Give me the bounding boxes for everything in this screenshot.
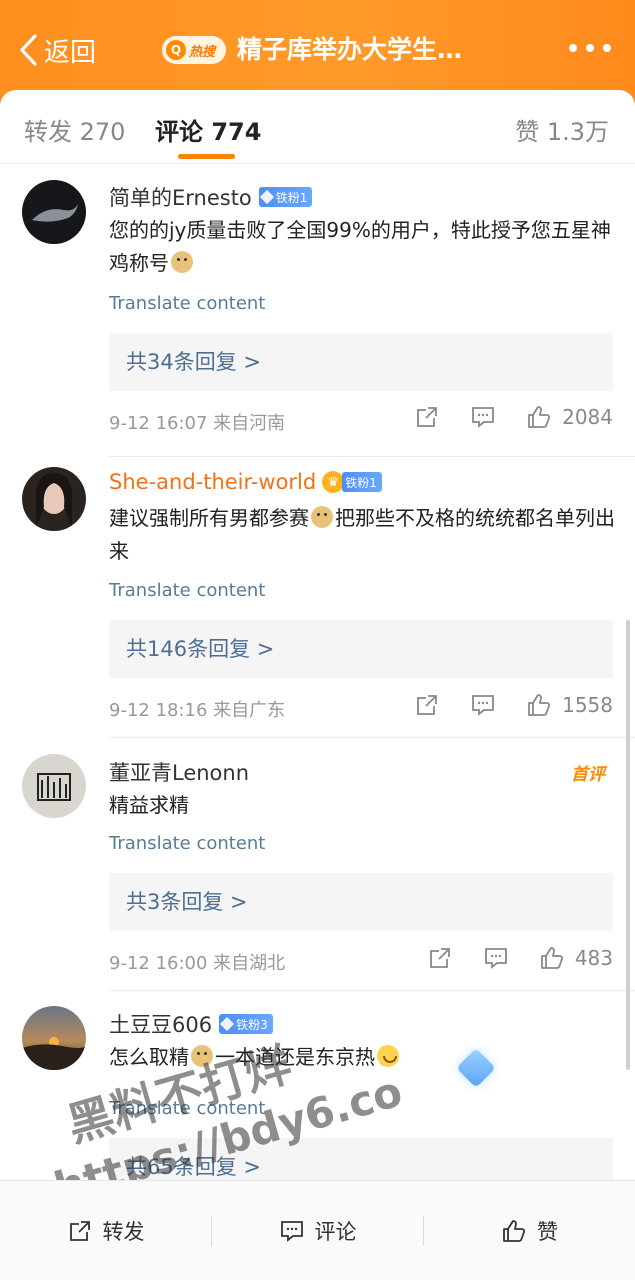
username[interactable]: 董亚青Lenonn — [109, 757, 249, 787]
username-text: 董亚青Lenonn — [109, 761, 250, 785]
back-button[interactable]: 返回 — [18, 30, 96, 70]
crown-icon: ♛ — [322, 471, 345, 493]
diamond-icon — [259, 189, 274, 205]
bottom-action-bar: 转发 评论 赞 — [0, 1180, 635, 1280]
tab-like[interactable]: 赞 1.3万 — [515, 112, 609, 147]
share-button[interactable] — [427, 945, 453, 971]
like-count: 2084 — [562, 405, 613, 429]
like-button[interactable]: 2084 — [526, 404, 613, 430]
thumbs-up-icon — [528, 406, 551, 428]
chevron-left-icon — [20, 34, 37, 66]
share-button[interactable] — [414, 692, 440, 718]
replies-link[interactable]: 共146条回复 > — [109, 620, 613, 678]
hot-search-badge[interactable]: Q 热搜 — [162, 36, 226, 64]
comment-button[interactable]: 评论 — [212, 1211, 423, 1251]
more-icon[interactable] — [569, 44, 611, 52]
comment-label: 评论 — [314, 1219, 357, 1244]
comment-meta: 9-12 16:00 来自湖北 — [109, 953, 286, 974]
fan-badge: 铁粉3 — [219, 1014, 273, 1034]
whale-avatar-image — [32, 204, 78, 222]
translate-link[interactable]: Translate content — [109, 293, 265, 314]
comment-actions: 483 — [427, 945, 613, 971]
comment-meta: 9-12 18:16 来自广东 — [109, 700, 286, 721]
fan-badge: 铁粉1 — [342, 472, 382, 492]
like-button[interactable]: 483 — [539, 945, 613, 971]
translate-link[interactable]: Translate content — [109, 833, 265, 854]
comment-text: 精益求精 — [109, 789, 617, 822]
comment-text-part: 怎么取精 — [109, 1045, 189, 1069]
reply-button[interactable] — [470, 692, 496, 718]
reply-button[interactable] — [470, 404, 496, 430]
back-label: 返回 — [44, 37, 97, 68]
comment-meta: 9-12 16:07 来自河南 — [109, 413, 286, 434]
thumbs-up-icon — [503, 1219, 526, 1242]
search-icon: Q — [166, 40, 186, 60]
comment-text-part: 一本道还是东京热 — [215, 1045, 375, 1069]
fan-badge-label: 铁粉3 — [236, 1017, 268, 1032]
thumbs-up-icon — [528, 694, 551, 716]
comment-text: 怎么取精 一本道还是东京热 — [109, 1041, 617, 1074]
tab-repost[interactable]: 转发 270 — [24, 112, 125, 147]
smile-emoji-icon — [377, 1045, 399, 1067]
username[interactable]: She-and-their-world ♛ 铁粉1 — [109, 470, 382, 494]
share-button[interactable] — [414, 404, 440, 430]
fan-badge-label: 铁粉1 — [275, 190, 308, 205]
doge-emoji-icon — [171, 251, 193, 273]
like-count: 483 — [574, 946, 613, 970]
username-text: 土豆豆606 — [109, 1013, 213, 1037]
diamond-icon — [220, 1016, 235, 1032]
comment-text-part: 精益求精 — [109, 793, 189, 817]
like-count: 1558 — [562, 693, 613, 717]
reply-button[interactable] — [483, 945, 509, 971]
tab-bar: 转发 270 评论 774 赞 1.3万 — [0, 90, 635, 164]
like-label: 赞 — [537, 1219, 558, 1244]
sunset-avatar-image — [22, 1037, 86, 1070]
comment-text: 建议强制所有男都参赛 把那些不及格的统统都名单列出来 — [109, 502, 617, 568]
hot-search-label: 热搜 — [189, 44, 216, 60]
active-tab-indicator — [178, 154, 235, 159]
fan-badge-label: 铁粉1 — [345, 475, 377, 490]
share-icon — [417, 695, 437, 715]
username-text: She-and-their-world — [109, 470, 317, 494]
doge-emoji-icon — [311, 506, 333, 528]
repost-label: 转发 — [102, 1219, 145, 1244]
first-comment-badge: 首评 — [571, 765, 605, 785]
comment-icon — [472, 407, 494, 428]
comment-text: 您的的jy质量击败了全国99%的用户，特此授予您五星神鸡称号 — [109, 214, 617, 280]
avatar[interactable] — [22, 1006, 86, 1070]
fan-badge: 铁粉1 — [258, 187, 313, 207]
comment-actions: 1558 — [414, 692, 613, 718]
page-title[interactable]: 精子库举办大学生… — [237, 30, 462, 70]
divider — [109, 737, 635, 738]
sketch-avatar-image — [37, 773, 71, 801]
thumbs-up-icon — [540, 947, 563, 969]
comment-icon — [472, 695, 494, 716]
comment-icon — [280, 1220, 303, 1242]
comment-icon — [484, 948, 507, 969]
share-icon — [417, 407, 437, 427]
replies-link[interactable]: 共34条回复 > — [109, 333, 613, 391]
portrait-avatar-image — [36, 473, 72, 527]
username[interactable]: 简单的Ernesto 铁粉1 — [109, 182, 313, 212]
replies-link[interactable]: 共3条回复 > — [109, 873, 613, 931]
comment-actions: 2084 — [414, 404, 613, 430]
avatar[interactable] — [22, 180, 86, 244]
divider — [109, 456, 635, 457]
share-icon — [429, 948, 450, 968]
like-button[interactable]: 赞 — [424, 1211, 635, 1251]
scrollbar[interactable] — [626, 620, 630, 1070]
doge-emoji-icon — [191, 1045, 213, 1067]
comment-text-part: 建议强制所有男都参赛 — [109, 506, 309, 530]
share-icon — [69, 1220, 90, 1241]
like-button[interactable]: 1558 — [526, 692, 613, 718]
divider — [109, 990, 635, 991]
avatar[interactable] — [22, 754, 86, 818]
translate-link[interactable]: Translate content — [109, 580, 265, 601]
username[interactable]: 土豆豆606 铁粉3 — [109, 1009, 273, 1039]
translate-link[interactable]: Translate content — [109, 1098, 265, 1119]
username-text: 简单的Ernesto — [109, 186, 252, 210]
avatar[interactable] — [22, 467, 86, 531]
repost-button[interactable]: 转发 — [0, 1211, 211, 1251]
